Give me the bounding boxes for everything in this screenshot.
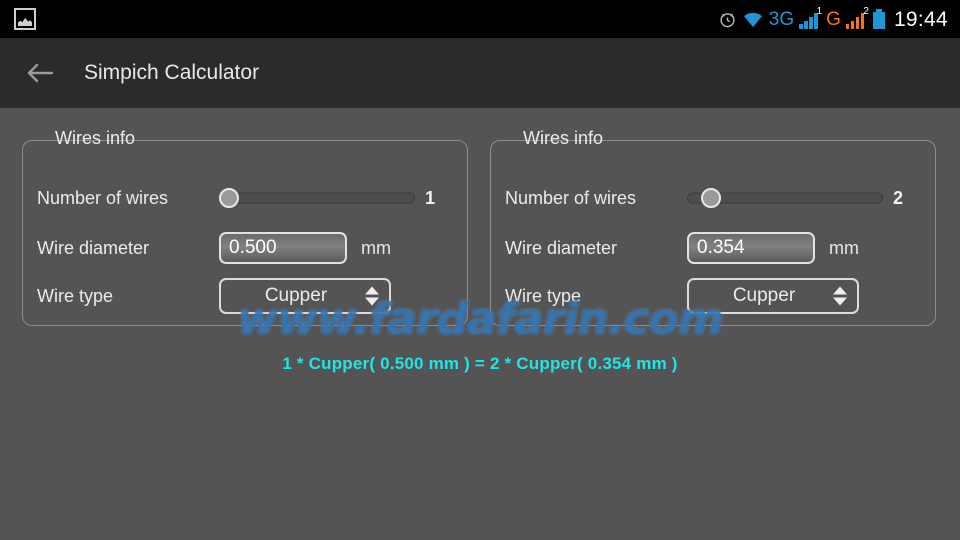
wires-info-panel-left: Wires info Number of wires 1 Wire diamet… bbox=[22, 128, 468, 326]
back-arrow-icon bbox=[27, 63, 54, 83]
wire-diameter-unit-right: mm bbox=[829, 237, 859, 258]
wire-type-value-right: Cupper bbox=[732, 285, 796, 306]
status-bar-system-icons: 3G 1 G 2 19:44 bbox=[718, 5, 960, 31]
slider-thumb-right[interactable] bbox=[701, 188, 722, 208]
phone-screen: 3G 1 G 2 19:44 Simpich Calculator Wires … bbox=[0, 0, 960, 540]
action-bar: Simpich Calculator bbox=[0, 38, 960, 108]
spinner-updown-icon-left bbox=[365, 286, 379, 306]
sim2-signal-icon: 2 bbox=[845, 5, 869, 30]
status-bar-notifications bbox=[0, 8, 36, 30]
sim2-slot-badge: 2 bbox=[863, 5, 869, 17]
number-of-wires-row-right: Number of wires 2 bbox=[491, 183, 935, 213]
wire-type-value-left: Cupper bbox=[264, 285, 328, 306]
slider-thumb-left[interactable] bbox=[219, 188, 239, 208]
wire-diameter-input-left[interactable]: 0.500 bbox=[219, 232, 347, 264]
wire-diameter-label-right: Wire diameter bbox=[505, 237, 618, 258]
wire-diameter-unit-left: mm bbox=[361, 237, 391, 258]
wire-diameter-label-left: Wire diameter bbox=[37, 237, 150, 258]
main-content: Wires info Number of wires 1 Wire diamet… bbox=[0, 108, 960, 540]
wire-diameter-value-left: 0.500 bbox=[229, 237, 277, 258]
wire-type-row-left: Wire type Cupper bbox=[23, 277, 467, 315]
slider-track-left bbox=[219, 192, 415, 204]
sim1-network-label: 3G bbox=[768, 8, 795, 30]
sim2-network-label: G bbox=[826, 8, 841, 30]
wire-diameter-row-left: Wire diameter 0.500 mm bbox=[23, 231, 467, 265]
wire-diameter-row-right: Wire diameter 0.354 mm bbox=[491, 231, 935, 265]
wifi-icon bbox=[742, 10, 764, 28]
wire-type-spinner-left[interactable]: Cupper bbox=[219, 278, 391, 314]
number-of-wires-value-left: 1 bbox=[425, 187, 436, 208]
sim1-signal-icon: 1 bbox=[799, 5, 823, 30]
back-button[interactable] bbox=[12, 38, 68, 108]
number-of-wires-label-left: Number of wires bbox=[37, 187, 169, 208]
gallery-image-icon bbox=[14, 8, 36, 30]
wire-type-label-left: Wire type bbox=[37, 285, 114, 306]
page-title: Simpich Calculator bbox=[84, 61, 260, 84]
sim1-slot-badge: 1 bbox=[816, 5, 823, 17]
number-of-wires-row-left: Number of wires 1 bbox=[23, 183, 467, 213]
wire-type-label-right: Wire type bbox=[505, 285, 582, 306]
status-bar: 3G 1 G 2 19:44 bbox=[0, 0, 960, 38]
wires-info-panel-right: Wires info Number of wires 2 Wire diamet… bbox=[490, 128, 936, 326]
panel-legend-right: Wires info bbox=[523, 128, 604, 148]
number-of-wires-label-right: Number of wires bbox=[505, 187, 637, 208]
number-of-wires-value-right: 2 bbox=[893, 187, 904, 208]
calculation-result: 1 * Cupper( 0.500 mm ) = 2 * Cupper( 0.3… bbox=[282, 354, 678, 373]
wire-diameter-value-right: 0.354 bbox=[697, 237, 745, 258]
number-of-wires-slider-left[interactable] bbox=[219, 185, 415, 211]
wire-type-row-right: Wire type Cupper bbox=[491, 277, 935, 315]
spinner-updown-icon-right bbox=[833, 286, 847, 306]
status-bar-clock: 19:44 bbox=[893, 7, 948, 31]
alarm-clock-icon bbox=[718, 10, 737, 29]
battery-icon bbox=[872, 9, 885, 29]
panel-legend-left: Wires info bbox=[55, 128, 136, 148]
wire-type-spinner-right[interactable]: Cupper bbox=[687, 278, 859, 314]
number-of-wires-slider-right[interactable] bbox=[687, 185, 883, 211]
wire-diameter-input-right[interactable]: 0.354 bbox=[687, 232, 815, 264]
